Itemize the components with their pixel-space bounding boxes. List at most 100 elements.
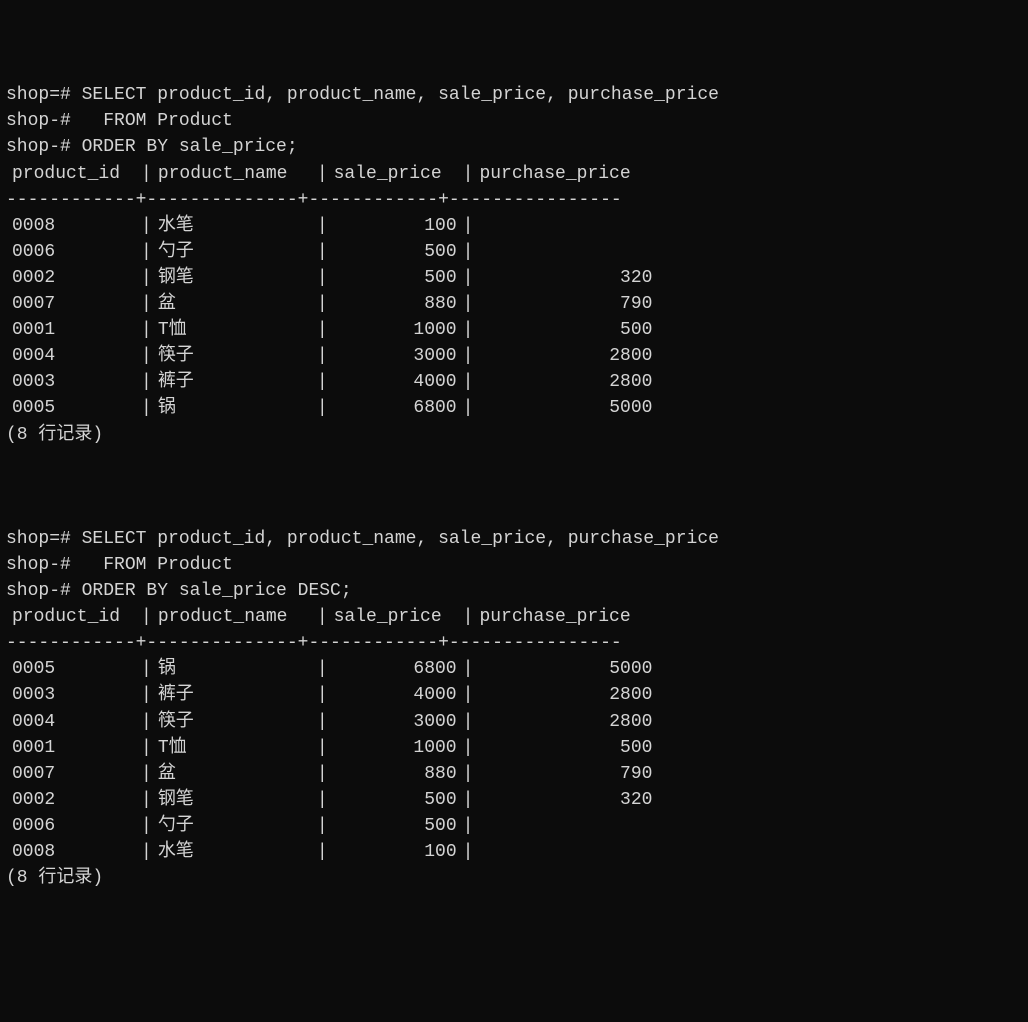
cell: 0008 xyxy=(6,839,141,865)
cell: 500 xyxy=(328,813,463,839)
cell: 2800 xyxy=(473,709,658,735)
cell: 500 xyxy=(328,239,463,265)
cell: 钢笔 xyxy=(152,265,317,291)
cell: 2800 xyxy=(473,369,658,395)
cell: 5000 xyxy=(473,656,658,682)
cell xyxy=(473,839,658,865)
cell: 勺子 xyxy=(152,813,317,839)
table-row: 0003|裤子|4000|2800 xyxy=(6,682,1022,708)
col-header: sale_price xyxy=(328,604,463,630)
cell: 0001 xyxy=(6,317,141,343)
cell: 筷子 xyxy=(152,709,317,735)
col-header: product_id xyxy=(6,604,141,630)
table-row: 0002|钢笔|500|320 xyxy=(6,265,1022,291)
cell: 水笔 xyxy=(152,839,317,865)
cell: 0007 xyxy=(6,761,141,787)
cell: 1000 xyxy=(328,735,463,761)
table-row: 0004|筷子|3000|2800 xyxy=(6,709,1022,735)
sql-line: shop-# FROM Product xyxy=(6,552,1022,578)
cell: 2800 xyxy=(473,682,658,708)
table-row: 0006|勺子|500| xyxy=(6,239,1022,265)
cell: 裤子 xyxy=(152,682,317,708)
cell xyxy=(473,813,658,839)
cell: 1000 xyxy=(328,317,463,343)
cell: 320 xyxy=(473,265,658,291)
cell: 100 xyxy=(328,213,463,239)
cell: 5000 xyxy=(473,395,658,421)
table-row: 0007|盆|880|790 xyxy=(6,291,1022,317)
cell: 880 xyxy=(328,291,463,317)
separator: | xyxy=(317,604,328,630)
col-header: purchase_price xyxy=(473,161,658,187)
cell: 勺子 xyxy=(152,239,317,265)
cell: 水笔 xyxy=(152,213,317,239)
separator: | xyxy=(463,604,474,630)
cell: 0004 xyxy=(6,343,141,369)
separator: | xyxy=(141,604,152,630)
cell xyxy=(473,239,658,265)
cell: 裤子 xyxy=(152,369,317,395)
cell: 0003 xyxy=(6,369,141,395)
cell: 6800 xyxy=(328,656,463,682)
sql-line: shop-# ORDER BY sale_price; xyxy=(6,134,1022,160)
cell: 2800 xyxy=(473,343,658,369)
cell: 盆 xyxy=(152,761,317,787)
table-row: 0001|T恤|1000|500 xyxy=(6,735,1022,761)
table-row: 0008|水笔|100| xyxy=(6,839,1022,865)
cell: 锅 xyxy=(152,656,317,682)
cell: 0008 xyxy=(6,213,141,239)
cell: 4000 xyxy=(328,682,463,708)
cell: 0005 xyxy=(6,656,141,682)
cell: 790 xyxy=(473,291,658,317)
cell: 0004 xyxy=(6,709,141,735)
table-header: product_id|product_name|sale_price|purch… xyxy=(6,161,1022,187)
cell: 0002 xyxy=(6,787,141,813)
cell: 4000 xyxy=(328,369,463,395)
col-header: product_id xyxy=(6,161,141,187)
table-row: 0002|钢笔|500|320 xyxy=(6,787,1022,813)
cell: 0002 xyxy=(6,265,141,291)
cell: T恤 xyxy=(152,317,317,343)
table-row: 0007|盆|880|790 xyxy=(6,761,1022,787)
cell: 0007 xyxy=(6,291,141,317)
cell: 790 xyxy=(473,761,658,787)
table-row: 0001|T恤|1000|500 xyxy=(6,317,1022,343)
table-header: product_id|product_name|sale_price|purch… xyxy=(6,604,1022,630)
col-header: sale_price xyxy=(328,161,463,187)
hline: ------------+--------------+------------… xyxy=(6,630,1022,656)
cell: 0001 xyxy=(6,735,141,761)
terminal-output[interactable]: shop=# SELECT product_id, product_name, … xyxy=(6,82,1022,891)
row-count: (8 行记录) xyxy=(6,865,1022,891)
table-row: 0004|筷子|3000|2800 xyxy=(6,343,1022,369)
sql-line: shop-# FROM Product xyxy=(6,108,1022,134)
separator: | xyxy=(317,161,328,187)
sql-line: shop-# ORDER BY sale_price DESC; xyxy=(6,578,1022,604)
sql-line: shop=# SELECT product_id, product_name, … xyxy=(6,82,1022,108)
table-row: 0006|勺子|500| xyxy=(6,813,1022,839)
table-row: 0005|锅|6800|5000 xyxy=(6,656,1022,682)
cell: 500 xyxy=(473,735,658,761)
cell: T恤 xyxy=(152,735,317,761)
cell: 6800 xyxy=(328,395,463,421)
cell: 3000 xyxy=(328,709,463,735)
cell: 0006 xyxy=(6,813,141,839)
cell: 钢笔 xyxy=(152,787,317,813)
blank-line xyxy=(6,474,1022,500)
cell: 320 xyxy=(473,787,658,813)
table-row: 0003|裤子|4000|2800 xyxy=(6,369,1022,395)
cell: 0005 xyxy=(6,395,141,421)
table-row: 0008|水笔|100| xyxy=(6,213,1022,239)
separator: | xyxy=(463,161,474,187)
table-row: 0005|锅|6800|5000 xyxy=(6,395,1022,421)
cell: 500 xyxy=(328,787,463,813)
cell: 880 xyxy=(328,761,463,787)
cell: 锅 xyxy=(152,395,317,421)
cell: 500 xyxy=(473,317,658,343)
col-header: product_name xyxy=(152,161,317,187)
cell: 3000 xyxy=(328,343,463,369)
col-header: product_name xyxy=(152,604,317,630)
cell: 500 xyxy=(328,265,463,291)
sql-line: shop=# SELECT product_id, product_name, … xyxy=(6,526,1022,552)
cell: 盆 xyxy=(152,291,317,317)
row-count: (8 行记录) xyxy=(6,422,1022,448)
